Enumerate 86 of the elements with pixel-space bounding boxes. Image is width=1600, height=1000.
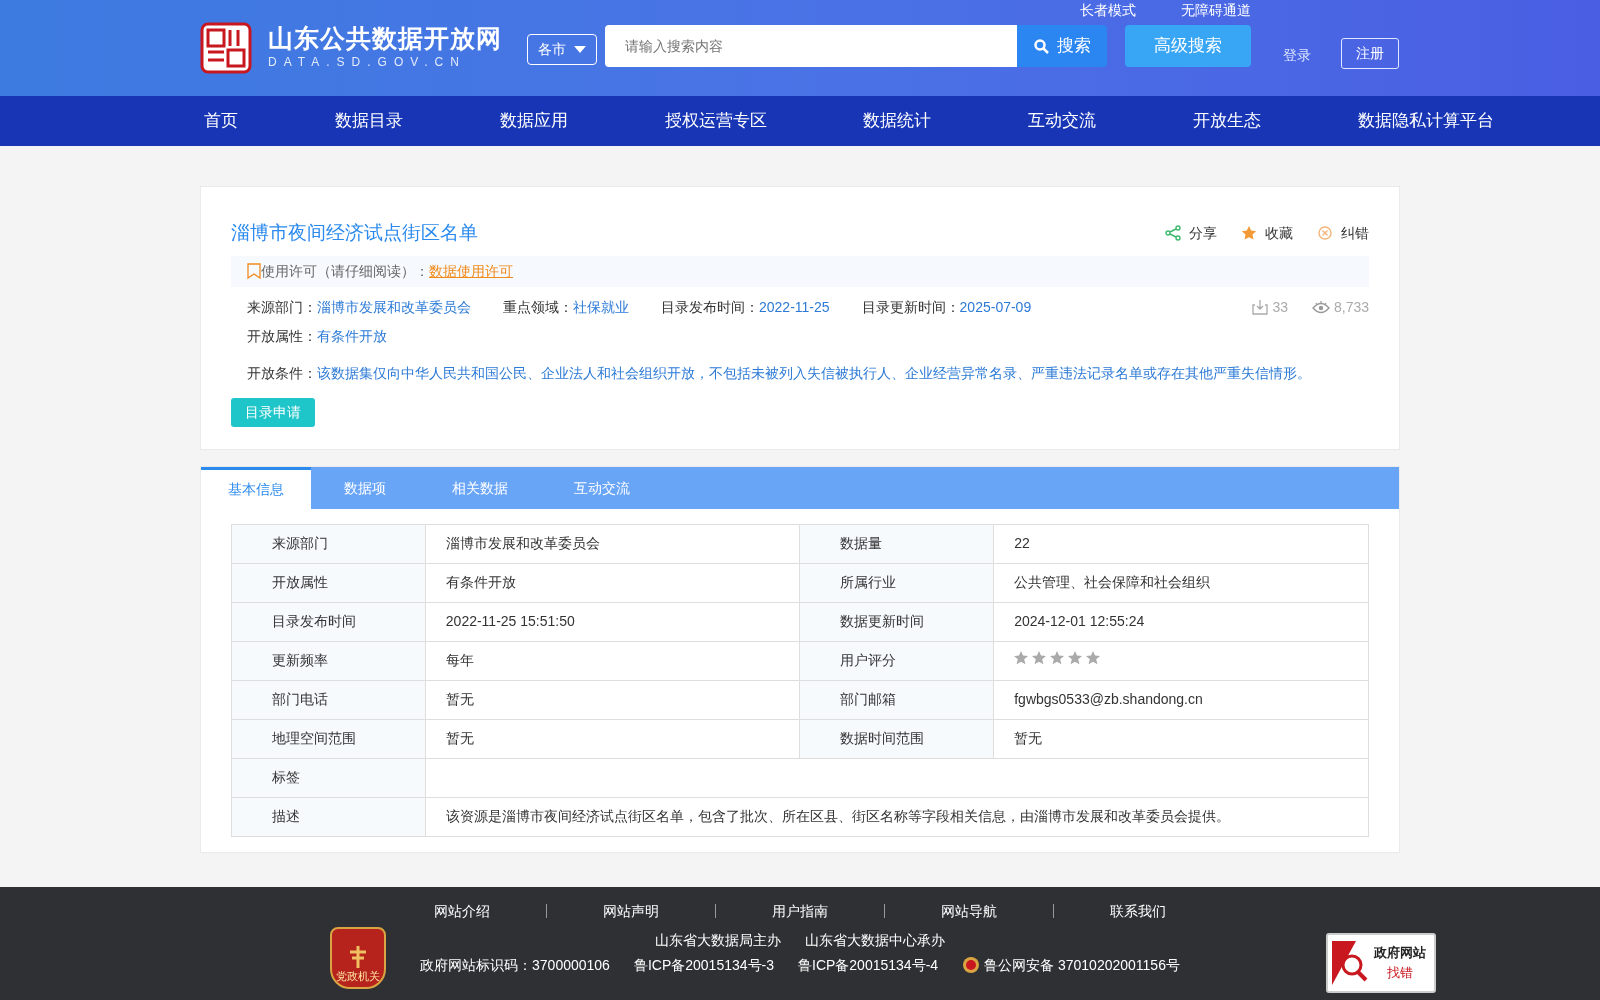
error-report-icon — [1317, 225, 1333, 242]
gov-error-badge[interactable]: 政府网站 找错 — [1326, 932, 1436, 993]
nav-link[interactable]: 数据统计 — [863, 108, 932, 134]
site-title: 山东公共数据开放网 — [268, 25, 502, 53]
meta-field: 重点领域：社保就业 — [503, 296, 629, 318]
license-notice: 使用许可（请仔细阅读）：数据使用许可 — [261, 261, 513, 281]
city-select[interactable]: 各市 — [527, 34, 597, 65]
footer-link[interactable]: 网站导航 — [941, 900, 997, 922]
search-icon — [1033, 38, 1049, 54]
bookmark-icon — [247, 263, 261, 279]
footer-link[interactable]: 网站介绍 — [434, 900, 490, 922]
star-icon — [1032, 651, 1047, 665]
table-cell: 暂无 — [425, 680, 800, 719]
star-icon — [1014, 651, 1029, 665]
tab[interactable]: 基本信息 — [201, 466, 311, 509]
table-label-cell: 部门邮箱 — [799, 680, 994, 719]
star-icon — [1241, 225, 1257, 242]
view-count: 8,733 — [1333, 297, 1369, 317]
table-label-cell: 更新频率 — [231, 641, 426, 680]
download-icon — [1252, 299, 1269, 315]
record-number[interactable]: 鲁公网安备 37010202001156号 — [984, 954, 1180, 976]
search-field[interactable]: 请输入搜索内容 — [605, 25, 1017, 67]
eye-icon — [1311, 300, 1330, 314]
magnifier-icon — [1332, 940, 1370, 985]
action-link[interactable]: 收藏 — [1241, 222, 1293, 244]
table-label-cell: 数据时间范围 — [799, 719, 994, 758]
star-icon — [1086, 651, 1101, 665]
download-count: 33 — [1272, 297, 1288, 317]
host-text: 山东省大数据局主办 — [655, 930, 781, 950]
site-domain: DATA.SD.GOV.CN — [268, 53, 467, 71]
login-link[interactable]: 登录 — [1283, 45, 1311, 66]
record-number[interactable]: 政府网站标识码：3700000106 — [420, 954, 610, 976]
share-icon — [1165, 225, 1181, 242]
table-cell: 每年 — [425, 641, 800, 680]
table-cell: 公共管理、社会保障和社会组织 — [993, 563, 1369, 602]
action-link[interactable]: 纠错 — [1317, 222, 1369, 244]
star-icon — [1050, 651, 1065, 665]
meta-field: 来源部门：淄博市发展和改革委员会 — [247, 296, 471, 318]
register-button[interactable]: 注册 — [1341, 38, 1399, 69]
meta-field: 目录发布时间：2022-11-25 — [661, 296, 830, 318]
table-label-cell: 地理空间范围 — [231, 719, 426, 758]
host-text: 山东省大数据中心承办 — [805, 930, 945, 950]
nav-link[interactable]: 数据应用 — [499, 108, 568, 134]
table-cell: 2024-12-01 12:55:24 — [993, 602, 1369, 641]
table-cell: 2022-11-25 15:51:50 — [425, 602, 800, 641]
police-emblem-icon — [962, 956, 981, 974]
meta-field: 目录更新时间：2025-07-09 — [861, 296, 1032, 318]
open-condition: 开放条件：该数据集仅向中华人民共和国公民、企业法人和社会组织开放，不包括未被列入失信被执行人、企业经营异常名录、严重违法记录名单或存在其他严重失信情形。 — [246, 363, 1312, 383]
table-label-cell: 所属行业 — [799, 563, 994, 602]
table-cell: 暂无 — [425, 719, 800, 758]
nav-link[interactable]: 互动交流 — [1028, 108, 1097, 134]
top-link[interactable]: 长者模式 — [1080, 0, 1136, 21]
star-icon — [1068, 651, 1083, 665]
table-cell: 22 — [993, 524, 1369, 563]
table-label-cell: 用户评分 — [799, 641, 994, 680]
seal-logo-icon — [200, 22, 252, 74]
nav-link[interactable]: 数据目录 — [334, 108, 403, 134]
footer-link[interactable]: 用户指南 — [772, 900, 828, 922]
table-label-cell: 数据更新时间 — [799, 602, 994, 641]
nav-link[interactable]: 首页 — [204, 108, 238, 134]
footer-link[interactable]: 网站声明 — [603, 900, 659, 922]
table-cell: 暂无 — [993, 719, 1369, 758]
footer-link[interactable]: 联系我们 — [1110, 900, 1166, 922]
table-label-cell: 部门电话 — [231, 680, 426, 719]
table-label-cell: 标签 — [231, 758, 426, 797]
dataset-title: 淄博市夜间经济试点街区名单 — [231, 221, 478, 245]
table-label-cell: 数据量 — [799, 524, 994, 563]
nav-link[interactable]: 授权运营专区 — [664, 108, 767, 134]
table-label-cell: 来源部门 — [231, 524, 426, 563]
caret-down-icon — [574, 46, 586, 53]
search-button[interactable]: 搜索 — [1017, 25, 1107, 67]
top-link[interactable]: 无障碍通道 — [1181, 0, 1251, 21]
table-cell: 该资源是淄博市夜间经济试点街区名单，包含了批次、所在区县、街区名称等字段相关信息，由淄博市发展和改革委员会提供。 — [425, 797, 1369, 836]
table-cell: 淄博市发展和改革委员会 — [425, 524, 800, 563]
nav-link[interactable]: 开放生态 — [1193, 108, 1262, 134]
open-attribute: 开放属性：有条件开放 — [246, 326, 388, 346]
record-number[interactable]: 鲁ICP备20015134号-4 — [798, 954, 939, 976]
party-badge: 党政机关 — [330, 926, 386, 989]
table-label-cell: 描述 — [231, 797, 426, 836]
record-number[interactable]: 鲁ICP备20015134号-3 — [633, 954, 774, 976]
table-cell: fgwbgs0533@zb.shandong.cn — [993, 680, 1369, 719]
table-cell: 有条件开放 — [425, 563, 800, 602]
table-label-cell: 开放属性 — [231, 563, 426, 602]
table-label-cell: 目录发布时间 — [231, 602, 426, 641]
nav-link[interactable]: 数据隐私计算平台 — [1357, 108, 1494, 134]
action-link[interactable]: 分享 — [1165, 222, 1217, 244]
